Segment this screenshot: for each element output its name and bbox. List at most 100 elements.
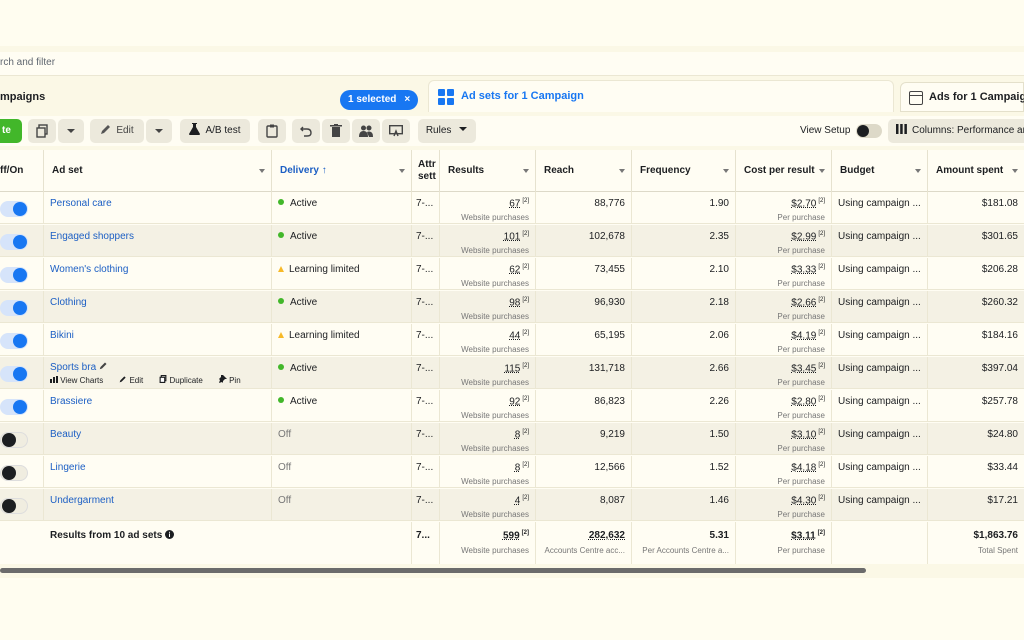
adset-name-link[interactable]: Sports bra <box>50 361 108 373</box>
table-row[interactable]: Sports bra View Charts Edit Duplicate Pi… <box>0 357 1024 390</box>
adset-name-link[interactable]: Women's clothing <box>50 264 128 275</box>
cpr-value[interactable]: $2.66 [2] <box>791 297 825 308</box>
horizontal-scrollbar[interactable] <box>0 568 866 573</box>
col-attribution[interactable]: Attr sett <box>412 150 440 192</box>
results-value[interactable]: 4 [2] <box>515 495 529 506</box>
results-value[interactable]: 98 [2] <box>509 297 529 308</box>
col-cost-per-result[interactable]: Cost per result <box>736 150 832 192</box>
results-value[interactable]: 62 [2] <box>509 264 529 275</box>
table-row[interactable]: Engaged shoppers Active 7-... 101 [2] Website… <box>0 225 1024 258</box>
results-value[interactable]: 67 [2] <box>509 198 529 209</box>
create-button[interactable]: te <box>0 119 22 143</box>
table-row[interactable]: Beauty Off 7-... 8 [2] Website purchases 9,219… <box>0 423 1024 456</box>
cpr-value[interactable]: $4.19 [2] <box>791 330 825 341</box>
onoff-toggle[interactable] <box>0 333 28 349</box>
results-value[interactable]: 8 [2] <box>515 429 529 440</box>
reach-cell: 131,718 <box>536 357 632 389</box>
search-input[interactable]: rch and filter <box>0 52 1024 76</box>
close-icon[interactable]: × <box>404 94 410 105</box>
table-row[interactable]: Lingerie Off 7-... 8 [2] Website purchases 12,… <box>0 456 1024 489</box>
adset-name-link[interactable]: Clothing <box>50 297 87 308</box>
duplicate-link[interactable]: Duplicate <box>159 375 211 385</box>
tab-ads-label: Ads for 1 Campaign <box>929 91 1024 103</box>
edit-link[interactable]: Edit <box>119 376 151 385</box>
spent-value: $206.28 <box>981 264 1018 275</box>
adset-name-link[interactable]: Beauty <box>50 429 81 440</box>
adset-name-link[interactable]: Lingerie <box>50 462 86 473</box>
view-charts-link[interactable]: View Charts <box>50 376 111 385</box>
cpr-value[interactable]: $2.99 [2] <box>791 231 825 242</box>
cpr-value[interactable]: $3.10 [2] <box>791 429 825 440</box>
onoff-toggle[interactable] <box>0 267 28 283</box>
spent-cell: $33.44 <box>928 456 1024 488</box>
adset-name-link[interactable]: Engaged shoppers <box>50 231 134 242</box>
clipboard-button[interactable] <box>258 119 286 143</box>
cpr-value[interactable]: $3.33 [2] <box>791 264 825 275</box>
totals-cpr[interactable]: $3.11 [2] <box>791 530 825 541</box>
col-delivery[interactable]: Delivery ↑ <box>272 150 412 192</box>
table-row[interactable]: Brassiere Active 7-... 92 [2] Website purchas… <box>0 390 1024 423</box>
onoff-toggle[interactable] <box>0 432 28 448</box>
adset-name-link[interactable]: Undergarment <box>50 495 114 506</box>
adset-name-link[interactable]: Bikini <box>50 330 74 341</box>
cpr-sub: Per purchase <box>777 378 825 387</box>
ab-test-button[interactable]: A/B test <box>180 119 250 143</box>
cpr-sub: Per purchase <box>777 246 825 255</box>
results-value[interactable]: 92 [2] <box>509 396 529 407</box>
cpr-sub: Per purchase <box>777 411 825 420</box>
totals-results[interactable]: 599 [2] <box>503 530 529 541</box>
reach-cell: 65,195 <box>536 324 632 356</box>
results-value[interactable]: 101 [2] <box>504 231 529 242</box>
pin-link[interactable]: Pin <box>218 375 249 385</box>
results-value[interactable]: 115 [2] <box>504 363 529 374</box>
view-setup-toggle[interactable] <box>856 124 882 138</box>
cpr-value[interactable]: $4.30 [2] <box>791 495 825 506</box>
table-row[interactable]: Clothing Active 7-... 98 [2] Website purchase… <box>0 291 1024 324</box>
adset-name-link[interactable]: Personal care <box>50 198 112 209</box>
rules-dropdown[interactable]: Rules <box>418 119 476 143</box>
tab-adsets[interactable]: Ad sets for 1 Campaign <box>428 80 894 112</box>
onoff-toggle[interactable] <box>0 366 28 382</box>
undo-button[interactable] <box>292 119 320 143</box>
edit-button[interactable]: Edit <box>90 119 144 143</box>
cpr-value[interactable]: $4.18 [2] <box>791 462 825 473</box>
onoff-toggle[interactable] <box>0 465 28 481</box>
onoff-toggle[interactable] <box>0 498 28 514</box>
delete-button[interactable] <box>322 119 350 143</box>
onoff-toggle[interactable] <box>0 201 28 217</box>
cpr-value[interactable]: $2.80 [2] <box>791 396 825 407</box>
col-adset[interactable]: Ad set <box>44 150 272 192</box>
tab-campaigns[interactable]: mpaigns 1 selected × <box>0 82 424 112</box>
onoff-toggle[interactable] <box>0 234 28 250</box>
col-onoff[interactable]: ff/On <box>0 150 44 192</box>
onoff-toggle[interactable] <box>0 399 28 415</box>
attr-value: 7-... <box>416 297 434 308</box>
results-value[interactable]: 44 [2] <box>509 330 529 341</box>
cpr-value[interactable]: $3.45 [2] <box>791 363 825 374</box>
duplicate-button[interactable] <box>28 119 56 143</box>
col-budget[interactable]: Budget <box>832 150 928 192</box>
col-amount-spent[interactable]: Amount spent <box>928 150 1024 192</box>
chevron-down-icon <box>67 129 75 133</box>
edit-dropdown[interactable] <box>146 119 172 143</box>
table-row[interactable]: Personal care Active 7-... 67 [2] Website pur… <box>0 192 1024 225</box>
table-row[interactable]: Bikini Learning limited 7-... 44 [2] Website … <box>0 324 1024 357</box>
tab-ads[interactable]: Ads for 1 Campaign <box>900 82 1024 112</box>
results-value[interactable]: 8 [2] <box>515 462 529 473</box>
onoff-toggle[interactable] <box>0 300 28 316</box>
cpr-value[interactable]: $2.70 [2] <box>791 198 825 209</box>
col-results[interactable]: Results <box>440 150 536 192</box>
info-icon[interactable] <box>165 530 175 539</box>
audience-button[interactable] <box>352 119 380 143</box>
table-row[interactable]: Women's clothing Learning limited 7-... 62[… <box>0 258 1024 291</box>
columns-dropdown[interactable]: Columns: Performance an <box>888 119 1024 143</box>
share-button[interactable] <box>382 119 410 143</box>
duplicate-dropdown[interactable] <box>58 119 84 143</box>
table-row[interactable]: Undergarment Off 7-... 4 [2] Website purchase… <box>0 489 1024 522</box>
pencil-icon[interactable] <box>99 361 108 370</box>
adset-name-link[interactable]: Brassiere <box>50 396 92 407</box>
totals-reach[interactable]: 282,632 <box>589 530 625 541</box>
col-reach[interactable]: Reach <box>536 150 632 192</box>
selected-badge[interactable]: 1 selected × <box>340 90 419 110</box>
col-frequency[interactable]: Frequency <box>632 150 736 192</box>
